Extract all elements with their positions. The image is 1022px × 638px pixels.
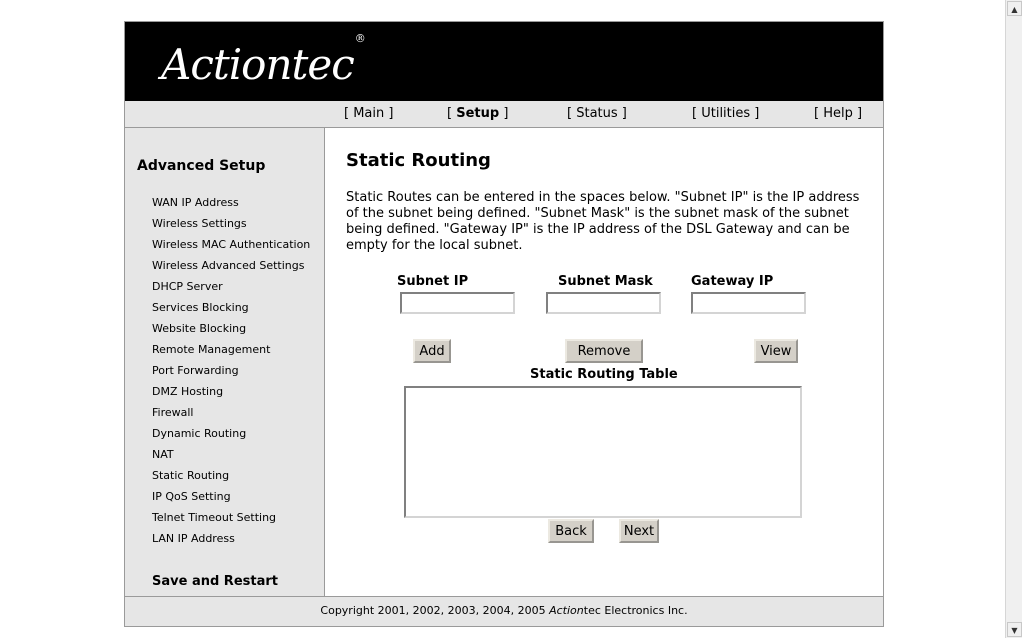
nav-main[interactable]: [ Main ] bbox=[344, 106, 393, 121]
gateway-ip-input[interactable] bbox=[691, 292, 806, 314]
footer-copyright: Copyright 2001, 2002, 2003, 2004, 2005 A… bbox=[125, 596, 883, 626]
sidebar-item-wireless-settings[interactable]: Wireless Settings bbox=[152, 217, 247, 230]
save-and-restart-link[interactable]: Save and Restart bbox=[152, 574, 278, 589]
page-description: Static Routes can be entered in the spac… bbox=[346, 190, 860, 253]
routing-table-list[interactable] bbox=[404, 386, 802, 518]
sidebar-item-wireless-advanced-settings[interactable]: Wireless Advanced Settings bbox=[152, 259, 304, 272]
nav-help-label: Help bbox=[823, 106, 853, 121]
nav-setup[interactable]: [ Setup ] bbox=[447, 106, 508, 121]
view-button[interactable]: View bbox=[754, 339, 798, 363]
main-content: Static Routing Static Routes can be ente… bbox=[325, 128, 883, 596]
nav-help[interactable]: [ Help ] bbox=[814, 106, 862, 121]
sidebar-item-nat[interactable]: NAT bbox=[152, 448, 174, 461]
sidebar-item-lan-ip-address[interactable]: LAN IP Address bbox=[152, 532, 235, 545]
router-admin-page: Actiontec® [ Main ] [ Setup ] [ Status ]… bbox=[124, 21, 884, 627]
sidebar-item-port-forwarding[interactable]: Port Forwarding bbox=[152, 364, 239, 377]
nav-setup-label: Setup bbox=[456, 106, 500, 121]
add-button[interactable]: Add bbox=[413, 339, 451, 363]
next-button[interactable]: Next bbox=[619, 519, 659, 543]
actiontec-logo: Actiontec® bbox=[161, 32, 366, 89]
gateway-ip-label: Gateway IP bbox=[691, 274, 774, 289]
sidebar-item-static-routing[interactable]: Static Routing bbox=[152, 469, 229, 482]
remove-button[interactable]: Remove bbox=[565, 339, 643, 363]
sidebar-item-telnet-timeout-setting[interactable]: Telnet Timeout Setting bbox=[152, 511, 276, 524]
scroll-down-arrow-icon[interactable]: ▼ bbox=[1007, 622, 1022, 637]
sidebar-item-remote-management[interactable]: Remote Management bbox=[152, 343, 270, 356]
copyright-suffix: tec Electronics Inc. bbox=[583, 604, 688, 617]
header-banner: Actiontec® bbox=[125, 22, 883, 101]
page-title: Static Routing bbox=[346, 150, 491, 171]
sidebar: Advanced Setup WAN IP Address Wireless S… bbox=[125, 128, 325, 596]
nav-main-label: Main bbox=[353, 106, 385, 121]
sidebar-item-dmz-hosting[interactable]: DMZ Hosting bbox=[152, 385, 223, 398]
sidebar-item-dynamic-routing[interactable]: Dynamic Routing bbox=[152, 427, 246, 440]
sidebar-item-firewall[interactable]: Firewall bbox=[152, 406, 193, 419]
sidebar-item-website-blocking[interactable]: Website Blocking bbox=[152, 322, 246, 335]
sidebar-item-ip-qos-setting[interactable]: IP QoS Setting bbox=[152, 490, 231, 503]
sidebar-item-dhcp-server[interactable]: DHCP Server bbox=[152, 280, 223, 293]
sidebar-item-services-blocking[interactable]: Services Blocking bbox=[152, 301, 249, 314]
subnet-mask-label: Subnet Mask bbox=[558, 274, 653, 289]
copyright-text: Copyright 2001, 2002, 2003, 2004, 2005 bbox=[320, 604, 550, 617]
nav-status-label: Status bbox=[576, 106, 618, 121]
routing-table-title: Static Routing Table bbox=[530, 367, 678, 382]
nav-utilities-label: Utilities bbox=[701, 106, 751, 121]
subnet-ip-label: Subnet IP bbox=[397, 274, 469, 289]
subnet-ip-input[interactable] bbox=[400, 292, 515, 314]
nav-utilities[interactable]: [ Utilities ] bbox=[692, 106, 759, 121]
top-nav: [ Main ] [ Setup ] [ Status ] [ Utilitie… bbox=[125, 101, 883, 128]
page-scrollbar[interactable]: ▲ ▼ bbox=[1005, 0, 1022, 638]
sidebar-heading: Advanced Setup bbox=[137, 158, 266, 174]
scroll-up-arrow-icon[interactable]: ▲ bbox=[1007, 1, 1022, 16]
sidebar-item-wireless-mac-authentication[interactable]: Wireless MAC Authentication bbox=[152, 238, 310, 251]
back-button[interactable]: Back bbox=[548, 519, 594, 543]
subnet-mask-input[interactable] bbox=[546, 292, 661, 314]
sidebar-item-wan-ip-address[interactable]: WAN IP Address bbox=[152, 196, 239, 209]
nav-status[interactable]: [ Status ] bbox=[567, 106, 627, 121]
copyright-brand: Action bbox=[549, 604, 584, 617]
